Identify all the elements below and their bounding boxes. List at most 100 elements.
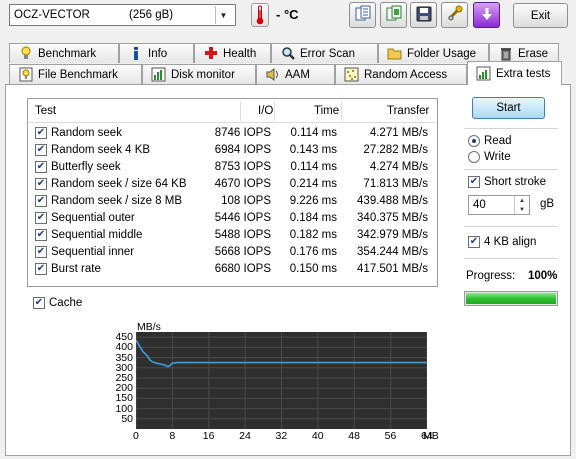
options-button[interactable] <box>441 2 468 28</box>
download-icon <box>478 5 496 26</box>
results-table[interactable]: Test I/O Time Transfer ✔ Random seek 8746 … <box>27 98 438 287</box>
tab-label: Folder Usage <box>407 47 477 60</box>
progress-fill <box>466 293 556 304</box>
exit-button[interactable]: Exit <box>513 3 568 28</box>
column-header-time[interactable]: Time <box>314 105 339 117</box>
row-checkbox[interactable]: ✔ <box>35 144 47 156</box>
data-point <box>244 362 246 364</box>
tab-label: Erase <box>518 47 549 60</box>
tab-error-scan[interactable]: Error Scan <box>271 43 378 63</box>
column-header-io[interactable]: I/O <box>258 105 273 117</box>
trash-icon <box>498 46 513 61</box>
folder-icon <box>387 46 402 61</box>
tab-erase[interactable]: Erase <box>489 43 559 63</box>
io-value: 5488 IOPS <box>214 229 271 241</box>
data-point <box>169 364 171 366</box>
transfer-value: 71.813 MB/s <box>363 178 428 190</box>
tab-folder-usage[interactable]: Folder Usage <box>378 43 489 63</box>
column-header-test[interactable]: Test <box>35 105 56 117</box>
tab-disk-monitor[interactable]: Disk monitor <box>142 64 256 84</box>
spin-down-icon[interactable]: ▼ <box>515 205 529 214</box>
chevron-down-icon[interactable]: ▼ <box>215 6 231 24</box>
tab-info[interactable]: Info <box>119 43 194 63</box>
checkmark-icon: ✔ <box>36 178 46 189</box>
checkmark-icon: ✔ <box>36 212 46 223</box>
chart-monitor-icon <box>151 67 166 82</box>
read-radio[interactable] <box>468 135 480 147</box>
transfer-value: 354.244 MB/s <box>357 246 428 258</box>
io-value: 6984 IOPS <box>214 144 271 156</box>
x-tick-label: 32 <box>275 430 288 442</box>
tab-random-access[interactable]: Random Access <box>335 64 467 84</box>
thermometer-icon <box>251 3 269 27</box>
tab-file-benchmark[interactable]: File Benchmark <box>9 64 142 84</box>
drive-select[interactable]: OCZ-VECTOR (256 gB) ▼ <box>9 4 236 26</box>
row-checkbox[interactable]: ✔ <box>35 178 47 190</box>
time-value: 0.114 ms <box>290 161 337 173</box>
row-checkbox[interactable]: ✔ <box>35 212 47 224</box>
download-button[interactable] <box>473 2 500 28</box>
data-point <box>176 362 178 364</box>
tab-label: Error Scan <box>300 47 355 60</box>
data-point <box>139 345 141 347</box>
table-row[interactable]: ✔ Sequential middle 5488 IOPS 0.182 ms 342.9… <box>28 227 437 244</box>
options-icon <box>446 5 464 26</box>
io-value: 6680 IOPS <box>214 263 271 275</box>
row-checkbox[interactable]: ✔ <box>35 195 47 207</box>
time-value: 0.150 ms <box>289 263 337 275</box>
divider <box>464 258 558 259</box>
row-checkbox[interactable]: ✔ <box>35 229 47 241</box>
save-button[interactable] <box>410 2 437 28</box>
table-row[interactable]: ✔ Random seek 4 KB 6984 IOPS 0.143 ms 27.282… <box>28 142 437 159</box>
chart-xunit: MB <box>423 430 439 442</box>
drive-size: (256 gB) <box>129 9 174 21</box>
y-tick-label: 50 <box>121 412 133 425</box>
data-point <box>167 366 169 368</box>
copy-text-button[interactable] <box>349 2 376 28</box>
tab-label: Health <box>223 47 257 60</box>
short-stroke-checkbox[interactable]: ✔ <box>468 176 480 188</box>
row-checkbox[interactable]: ✔ <box>35 127 47 139</box>
spin-up-icon[interactable]: ▲ <box>515 196 529 205</box>
row-checkbox[interactable]: ✔ <box>35 161 47 173</box>
tab-benchmark[interactable]: Benchmark <box>9 43 119 63</box>
align-label: 4 KB align <box>484 236 537 248</box>
tab-aam[interactable]: AAM <box>256 64 335 84</box>
table-row[interactable]: ✔ Sequential inner 5668 IOPS 0.176 ms 354.24… <box>28 244 437 261</box>
copy-screenshot-button[interactable] <box>380 2 407 28</box>
write-radio[interactable] <box>468 151 480 163</box>
short-stroke-spinner[interactable]: 40 ▲ ▼ <box>468 195 530 215</box>
data-point <box>151 361 153 363</box>
short-stroke-value[interactable]: 40 <box>473 199 486 211</box>
table-row[interactable]: ✔ Random seek 8746 IOPS 0.114 ms 4.271 MB/s <box>28 125 437 142</box>
speaker-icon <box>265 67 280 82</box>
row-checkbox[interactable]: ✔ <box>35 263 47 275</box>
extra-tests-icon <box>476 66 491 81</box>
table-row[interactable]: ✔ Butterfly seek 8753 IOPS 0.114 ms 4.274 MB… <box>28 159 437 176</box>
column-header-transfer[interactable]: Transfer <box>387 105 429 117</box>
x-tick-label: 48 <box>348 430 360 442</box>
table-row[interactable]: ✔ Burst rate 6680 IOPS 0.150 ms 417.501 MB/s <box>28 261 437 278</box>
start-button[interactable]: Start <box>472 97 545 119</box>
drive-name: OCZ-VECTOR <box>14 9 90 21</box>
tab-extra-tests[interactable]: Extra tests <box>467 61 562 85</box>
table-row[interactable]: ✔ Sequential outer 5446 IOPS 0.184 ms 340.37… <box>28 210 437 227</box>
cache-label: Cache <box>49 297 83 309</box>
row-checkbox[interactable]: ✔ <box>35 246 47 258</box>
divider <box>464 128 558 129</box>
test-name: Sequential middle <box>51 229 143 241</box>
transfer-value: 417.501 MB/s <box>357 263 428 275</box>
time-value: 0.184 ms <box>289 212 337 224</box>
cache-checkbox[interactable]: ✔ <box>33 297 45 309</box>
time-value: 0.176 ms <box>289 246 337 258</box>
io-value: 5446 IOPS <box>214 212 271 224</box>
data-point <box>164 364 167 366</box>
health-cross-icon <box>203 46 218 61</box>
tab-health[interactable]: Health <box>194 43 271 63</box>
checkmark-icon: ✔ <box>36 246 46 257</box>
table-row[interactable]: ✔ Random seek / size 8 MB 108 IOPS 9.226 ms… <box>28 193 437 210</box>
table-row[interactable]: ✔ Random seek / size 64 KB 4670 IOPS 0.214 … <box>28 176 437 193</box>
checkmark-icon: ✔ <box>36 263 46 274</box>
tab-label: Random Access <box>364 68 448 81</box>
align-checkbox[interactable]: ✔ <box>468 236 480 248</box>
